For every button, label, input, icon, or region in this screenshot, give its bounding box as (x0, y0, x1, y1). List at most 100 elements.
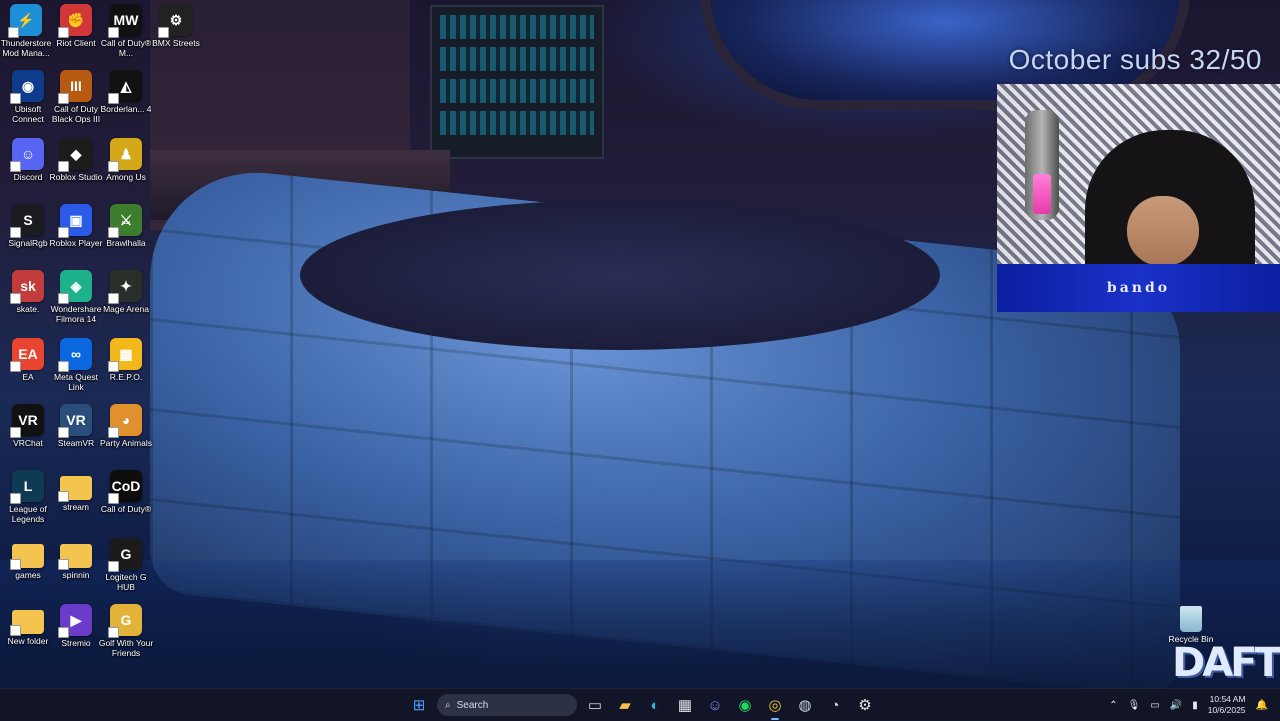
desktop-icon[interactable]: New folder (4, 604, 52, 646)
desktop-icon[interactable]: ◭ Borderlan... 4 (100, 70, 152, 114)
desktop-icon-label: R.E.P.O. (109, 372, 143, 382)
edge-button[interactable]: ◐ (643, 693, 667, 717)
desktop-icon[interactable]: VR VRChat (4, 404, 52, 448)
call-of-duty-mw-icon: MW (108, 4, 142, 38)
desktop-icon-label: Party Animals (100, 438, 152, 448)
discord-icon: ☺ (10, 138, 44, 172)
desktop-icon[interactable]: ⚙ BMX Streets (152, 4, 200, 48)
desktop-icon[interactable]: ⚔ Brawlhalla (102, 204, 150, 248)
among-us-icon: ♟ (108, 138, 142, 172)
taskbar-apps: ⊞ ⌕ Search ▭ ▰ ◐ ▦ ☺ ◉ ◎ ◍ ◔ ⚙ (407, 693, 877, 720)
store-button[interactable]: ▦ (673, 693, 697, 717)
battery-icon[interactable]: ▮ (1192, 700, 1198, 711)
start-button[interactable]: ⊞ (407, 693, 431, 717)
desktop-icon[interactable]: sk skate. (4, 270, 52, 314)
brawlhalla-icon: ⚔ (108, 204, 142, 238)
desktop-icon[interactable]: ▶ Stremio (52, 604, 100, 648)
desktop-icon[interactable]: G Golf With Your Friends (99, 604, 153, 658)
webcam-banner: bando (997, 264, 1280, 312)
network-icon[interactable]: ▭ (1150, 700, 1159, 711)
clock-time: 10:54 AM (1209, 694, 1246, 704)
wallpaper-blanket (300, 200, 940, 350)
folder-icon (10, 610, 44, 636)
file-explorer-button[interactable]: ▰ (613, 693, 637, 717)
desktop-icon[interactable]: ✦ Mage Arena (102, 270, 150, 314)
recycle-bin-icon (1180, 606, 1202, 632)
desktop-icon-label: Mage Arena (103, 304, 149, 314)
desktop-icon[interactable]: games (4, 538, 52, 580)
chevron-up-icon[interactable]: ⌃ (1109, 700, 1117, 711)
desktop-icon-label: Among Us (106, 172, 146, 182)
clock-date: 10/6/2025 (1207, 705, 1246, 715)
steam-button[interactable]: ◍ (793, 693, 817, 717)
folder-icon (58, 476, 92, 502)
taskbar: ⊞ ⌕ Search ▭ ▰ ◐ ▦ ☺ ◉ ◎ ◍ ◔ ⚙ ⌃ 🎙 ▭ 🔊 ▮ 10:54 AM 10… (0, 688, 1280, 721)
desktop-icon[interactable]: CoD Call of Duty® (101, 470, 151, 514)
desktop-icon[interactable]: ◕ Party Animals (100, 404, 152, 448)
desktop-icon-label: Brawlhalla (106, 238, 146, 248)
microphone-icon[interactable]: 🎙 (1128, 700, 1141, 711)
desktop-icon[interactable]: ▣ Roblox Player (50, 204, 102, 248)
mage-arena-icon: ✦ (108, 270, 142, 304)
task-view-button[interactable]: ▭ (583, 693, 607, 717)
wallpaper-monitors (430, 5, 604, 159)
desktop-icon-label: Call of Duty® (100, 504, 152, 514)
volume-icon[interactable]: 🔊 (1170, 700, 1182, 711)
desktop-icon[interactable]: ◈ Wondershare Filmora 14 (51, 270, 101, 324)
desktop-icon-label: Golf With Your Friends (98, 638, 154, 658)
roblox-studio-icon: ◆ (58, 138, 92, 172)
recycle-bin[interactable]: Recycle Bin (1166, 606, 1216, 644)
settings-button[interactable]: ⚙ (853, 693, 877, 717)
system-tray: ⌃ 🎙 ▭ 🔊 ▮ 10:54 AM 10/6/2025 🔔 (1109, 693, 1268, 717)
streamer-face (1127, 196, 1199, 266)
desktop-icon-label: Logitech G HUB (105, 572, 147, 592)
desktop-icon[interactable]: VR SteamVR (52, 404, 100, 448)
desktop-icon[interactable]: ☺ Discord (4, 138, 52, 182)
webcam-banner-text: bando (1106, 280, 1171, 296)
desktop-icon[interactable]: ♟ Among Us (102, 138, 150, 182)
desktop-icon[interactable]: spinnin (52, 538, 100, 580)
desktop-icon[interactable]: ✊ Riot Client (52, 4, 100, 48)
golf-with-your-friends-icon: G (108, 604, 142, 638)
desktop-icon[interactable]: L League of Legends (4, 470, 52, 524)
league-of-legends-icon: L (10, 470, 44, 504)
desktop-icon[interactable]: ◆ Roblox Studio (50, 138, 102, 182)
chrome-button[interactable]: ◎ (763, 693, 787, 720)
filmora-icon: ◈ (58, 270, 92, 304)
desktop-icon[interactable]: ∞ Meta Quest Link (52, 338, 100, 392)
webcam-overlay: bando (997, 84, 1280, 312)
desktop-icon[interactable]: EA EA (4, 338, 52, 382)
folder-icon (10, 544, 44, 570)
subs-goal-overlay: October subs 32/50 (1008, 44, 1262, 75)
folder-icon (58, 544, 92, 570)
riot-client-icon: ✊ (58, 4, 92, 38)
desktop-icon[interactable]: III Call of Duty Black Ops III (52, 70, 100, 124)
discord-taskbar-button[interactable]: ☺ (703, 693, 727, 717)
desktop-icon[interactable]: MW Call of Duty® M... (101, 4, 151, 58)
steamvr-icon: VR (58, 404, 92, 438)
desktop-icon[interactable]: ▦ R.E.P.O. (102, 338, 150, 382)
clock[interactable]: 10:54 AM 10/6/2025 (1208, 694, 1246, 716)
search-placeholder: Search (456, 699, 489, 711)
desktop-icon[interactable]: ⚡ Thunderstore Mod Mana... (1, 4, 51, 58)
bmx-streets-icon: ⚙ (158, 4, 192, 38)
ubisoft-connect-icon: ◉ (10, 70, 44, 104)
desktop-icon[interactable]: G Logitech G HUB (102, 538, 150, 592)
search-input[interactable]: ⌕ Search (437, 694, 577, 716)
obs-button[interactable]: ◔ (823, 693, 847, 717)
ea-icon: EA (10, 338, 44, 372)
repo-icon: ▦ (108, 338, 142, 372)
roblox-player-icon: ▣ (58, 204, 92, 238)
desktop-icon[interactable]: stream (52, 470, 100, 512)
meta-quest-link-icon: ∞ (58, 338, 92, 372)
spotify-button[interactable]: ◉ (733, 693, 757, 717)
desktop-icon-label: BMX Streets (152, 38, 200, 48)
party-animals-icon: ◕ (108, 404, 142, 438)
daft-logo: DAFT (1172, 640, 1280, 686)
desktop-icon[interactable]: ◉ Ubisoft Connect (4, 70, 52, 124)
notification-icon[interactable]: 🔔 (1256, 700, 1268, 711)
search-icon: ⌕ (445, 699, 451, 711)
desktop-icon-label: Borderlan... 4 (100, 104, 152, 114)
thunderstore-icon: ⚡ (8, 4, 42, 38)
desktop-icon[interactable]: S SignalRgb (4, 204, 52, 248)
